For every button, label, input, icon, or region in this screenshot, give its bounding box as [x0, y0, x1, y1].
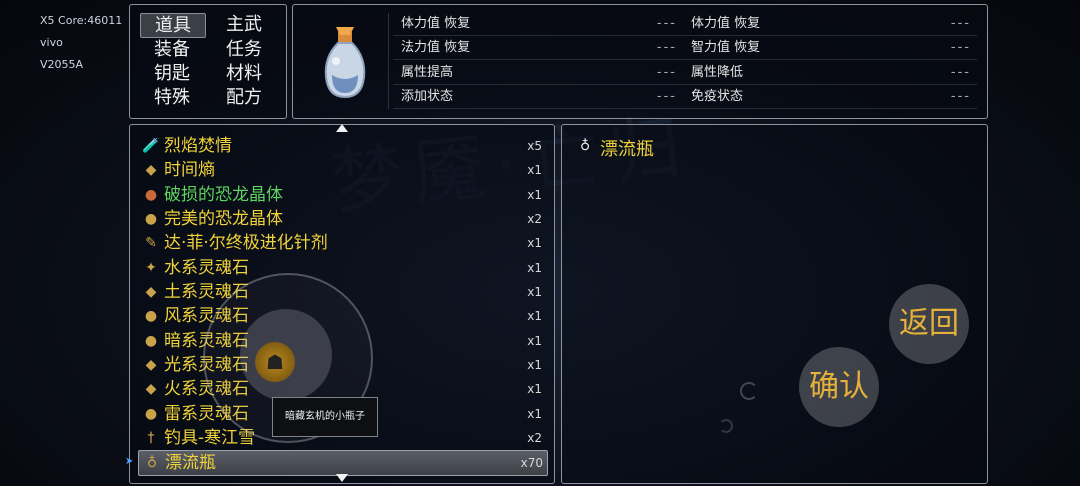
stat-value: --- — [656, 16, 677, 31]
stat-row: 体力值 恢复 --- — [683, 13, 977, 36]
stat-row: 添加状态 --- — [393, 86, 683, 109]
device-info: X5 Core:46011 vivo V2055A — [40, 10, 122, 76]
confirm-button[interactable]: 确认 — [799, 347, 879, 427]
drift-bottle-icon: ♁ — [580, 138, 591, 154]
scroll-up-arrow-icon[interactable] — [336, 124, 348, 132]
category-main-weapon[interactable]: 主武 — [212, 13, 276, 36]
item-quantity: x1 — [527, 407, 542, 421]
selection-cursor-icon: ➤ — [125, 456, 134, 467]
item-quantity: x2 — [527, 212, 542, 226]
item-quantity: x1 — [527, 309, 542, 323]
item-quantity: x5 — [527, 139, 542, 153]
stat-value: --- — [950, 40, 971, 55]
stat-row: 体力值 恢复 --- — [393, 13, 683, 36]
category-special[interactable]: 特殊 — [140, 86, 204, 109]
thunder-stone-icon: ● — [144, 406, 158, 422]
stat-row: 智力值 恢复 --- — [683, 37, 977, 60]
fishing-rod-icon: † — [147, 430, 155, 446]
item-quantity: x2 — [527, 431, 542, 445]
item-name: 烈焰焚情 — [164, 136, 232, 156]
item-name: 水系灵魂石 — [164, 258, 249, 278]
stat-label: 属性降低 — [691, 65, 744, 80]
stat-label: 添加状态 — [401, 89, 454, 104]
list-item[interactable]: ➤ ♁ 漂流瓶 x70 — [125, 450, 548, 476]
back-button[interactable]: 返回 — [889, 284, 969, 364]
list-item[interactable]: ✦ 水系灵魂石 x1 — [138, 256, 546, 280]
dark-stone-icon: ● — [144, 333, 158, 349]
item-name: 达·菲·尔终极进化针剂 — [164, 233, 328, 253]
background-swirl — [740, 382, 758, 400]
item-name: 时间熵 — [164, 160, 215, 180]
item-tooltip: 暗藏玄机的小瓶子 — [272, 397, 378, 437]
category-quest[interactable]: 任务 — [212, 38, 276, 61]
drift-bottle-icon: ♁ — [146, 455, 158, 471]
stat-value: --- — [656, 65, 677, 80]
wind-stone-icon: ● — [144, 308, 158, 324]
list-item[interactable]: ● 破损的恐龙晶体 x1 — [138, 183, 546, 207]
category-props[interactable]: 道具 — [140, 13, 206, 38]
item-name: 漂流瓶 — [165, 453, 216, 473]
stat-value: --- — [950, 65, 971, 80]
item-preview — [302, 13, 389, 109]
stat-label: 属性提高 — [401, 65, 454, 80]
stat-value: --- — [950, 89, 971, 104]
stat-row: 属性降低 --- — [683, 62, 977, 85]
list-item[interactable]: ◆ 时间熵 x1 — [138, 158, 546, 182]
stat-value: --- — [950, 16, 971, 31]
list-item[interactable]: ✎ 达·菲·尔终极进化针剂 x1 — [138, 231, 546, 255]
stat-row: 属性提高 --- — [393, 62, 683, 85]
item-quantity: x1 — [527, 188, 542, 202]
device-core-text: X5 Core:46011 — [40, 14, 123, 27]
item-name: 破损的恐龙晶体 — [164, 185, 283, 205]
background-swirl — [719, 419, 733, 433]
item-quantity: x1 — [527, 334, 542, 348]
category-equipment[interactable]: 装备 — [140, 38, 204, 61]
stat-value: --- — [656, 89, 677, 104]
stat-label: 智力值 恢复 — [691, 40, 761, 55]
stat-row: 法力值 恢复 --- — [393, 37, 683, 60]
joystick-knob-icon[interactable]: ☗ — [255, 342, 295, 382]
dark-crystal-icon: ◆ — [145, 162, 157, 178]
fire-stone-icon: ◆ — [145, 381, 157, 397]
stat-value: --- — [656, 40, 677, 55]
earth-stone-icon: ◆ — [145, 284, 157, 300]
category-keys[interactable]: 钥匙 — [140, 62, 204, 85]
stat-label: 免疫状态 — [691, 89, 744, 104]
device-model-text: V2055A — [40, 58, 84, 71]
item-quantity: x1 — [527, 285, 542, 299]
item-name: 完美的恐龙晶体 — [164, 209, 283, 229]
category-panel: 道具 主武 装备 任务 钥匙 材料 特殊 配方 — [129, 4, 287, 119]
cracked-orb-icon: ● — [144, 187, 158, 203]
syringe-icon: ✎ — [145, 235, 157, 251]
light-stone-icon: ◆ — [145, 357, 157, 373]
list-item[interactable]: ● 完美的恐龙晶体 x2 — [138, 207, 546, 231]
stat-row: 免疫状态 --- — [683, 86, 977, 109]
item-quantity: x1 — [527, 163, 542, 177]
category-materials[interactable]: 材料 — [212, 62, 276, 85]
drift-bottle-icon — [324, 27, 366, 99]
red-potion-icon: 🧪 — [142, 138, 160, 154]
golden-orb-icon: ● — [144, 211, 158, 227]
item-stats-panel: 体力值 恢复 --- 法力值 恢复 --- 属性提高 --- 添加状态 --- … — [292, 4, 988, 119]
stat-label: 法力值 恢复 — [401, 40, 471, 55]
item-quantity: x1 — [527, 382, 542, 396]
list-item[interactable]: 🧪 烈焰焚情 x5 — [138, 134, 546, 158]
item-quantity: x1 — [527, 358, 542, 372]
water-stone-icon: ✦ — [145, 260, 157, 276]
stat-label: 体力值 恢复 — [401, 16, 471, 31]
item-quantity: x1 — [527, 261, 542, 275]
scroll-down-arrow-icon[interactable] — [336, 474, 348, 482]
stat-label: 体力值 恢复 — [691, 16, 761, 31]
detail-title: 漂流瓶 — [600, 139, 654, 160]
item-quantity: x70 — [520, 456, 543, 470]
device-brand-text: vivo — [40, 36, 63, 49]
item-quantity: x1 — [527, 236, 542, 250]
category-recipes[interactable]: 配方 — [212, 86, 276, 109]
